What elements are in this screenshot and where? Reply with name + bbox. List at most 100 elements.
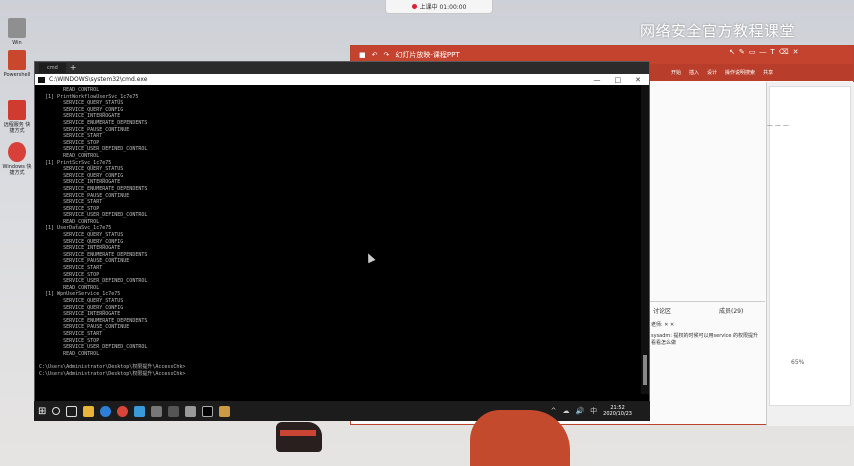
console-line: SERVICE_STOP xyxy=(39,337,100,344)
chrome-icon[interactable] xyxy=(117,405,129,417)
close-button[interactable]: ✕ xyxy=(635,76,641,84)
console-line: SERVICE_QUERY_CONFIG xyxy=(39,238,124,245)
console-line: SERVICE_INTERROGATE xyxy=(39,179,121,186)
rect-icon[interactable]: ▭ xyxy=(749,48,756,56)
chat-message: 老师: ✕ ✕ xyxy=(651,322,675,328)
app-icon[interactable] xyxy=(185,405,197,417)
close-icon[interactable]: ✕ xyxy=(793,48,799,56)
ribbon-tab-home[interactable]: 开始 xyxy=(671,69,681,76)
volume-icon[interactable]: 🔊 xyxy=(575,407,584,415)
console-line: SERVICE_PAUSE_CONTINUE xyxy=(39,192,130,199)
cmd-taskbar-icon[interactable] xyxy=(202,405,214,417)
console-line: SERVICE_USER_DEFINED_CONTROL xyxy=(39,146,148,153)
console-line: SERVICE_USER_DEFINED_CONTROL xyxy=(39,278,148,285)
text-icon[interactable]: T xyxy=(770,48,774,56)
ribbon-tab-insert[interactable]: 插入 xyxy=(689,69,699,76)
cloud-icon[interactable]: ☁ xyxy=(562,407,569,415)
console-line: SERVICE_QUERY_CONFIG xyxy=(39,304,124,311)
console-line: READ_CONTROL xyxy=(39,152,100,159)
tab-members[interactable]: 成员(29) xyxy=(719,306,743,315)
console-line: C:\Users\Administrator\Desktop\权限提升\Acce… xyxy=(39,370,186,377)
cmd-tab[interactable]: cmd xyxy=(39,63,66,73)
app-icon xyxy=(8,100,26,120)
app-icon[interactable] xyxy=(219,405,231,417)
pen-icon[interactable]: ✎ xyxy=(739,48,745,56)
ppt-title-text: 幻灯片放映-课程PPT xyxy=(395,51,460,59)
recording-bar[interactable]: 上课中 01:00:00 xyxy=(385,0,493,14)
console-line: READ_CONTROL xyxy=(39,350,100,357)
console-line: SERVICE_ENUMERATE_DEPENDENTS xyxy=(39,119,148,126)
minimize-button[interactable]: — xyxy=(594,76,601,84)
explorer-icon[interactable] xyxy=(83,405,95,417)
app-icon[interactable] xyxy=(134,405,146,417)
console-line: SERVICE_ENUMERATE_DEPENDENTS xyxy=(39,185,148,192)
tab-discussion[interactable]: 讨论区 xyxy=(653,306,671,315)
console-line: SERVICE_ENUMERATE_DEPENDENTS xyxy=(39,317,148,324)
console-line: SERVICE_INTERROGATE xyxy=(39,311,121,318)
chat-message: 看看怎么做 xyxy=(651,340,677,346)
console-output[interactable]: READ_CONTROL [1] PrintWorkflowUserSvc_1c… xyxy=(35,85,641,394)
console-line: SERVICE_USER_DEFINED_CONTROL xyxy=(39,344,148,351)
console-line: SERVICE_QUERY_CONFIG xyxy=(39,106,124,113)
desktop-icon-label: 远程服务 快捷方式 xyxy=(3,122,31,134)
desktop-icon-remote[interactable]: 远程服务 快捷方式 xyxy=(2,100,32,134)
console-line: SERVICE_QUERY_CONFIG xyxy=(39,172,124,179)
console-line: SERVICE_INTERROGATE xyxy=(39,113,121,120)
figure-stripe xyxy=(280,430,316,436)
add-tab-icon[interactable]: + xyxy=(70,64,77,72)
chat-message: sysadm: 提权的时候可以用service 的权限提升 xyxy=(651,333,759,339)
desktop-icon-windows[interactable]: Windows 快捷方式 xyxy=(2,142,32,176)
desktop-icon-label: Powershell xyxy=(3,72,31,78)
watermark: 网络安全官方教程课堂 xyxy=(640,22,796,40)
console-line: SERVICE_QUERY_STATUS xyxy=(39,232,124,239)
slide-preview[interactable] xyxy=(769,86,851,406)
ime-icon[interactable]: 中 xyxy=(590,406,597,416)
windows-logo-icon[interactable]: ⊞ xyxy=(38,406,46,417)
ribbon-share[interactable]: 共享 xyxy=(763,69,773,76)
cmd-window: cmd + C:\WINDOWS\system32\cmd.exe — □ ✕ … xyxy=(34,61,650,403)
console-line: SERVICE_PAUSE_CONTINUE xyxy=(39,126,130,133)
line-icon[interactable]: ― xyxy=(759,48,766,56)
tray-chevron-icon[interactable]: ^ xyxy=(551,407,557,415)
system-tray: ^ ☁ 🔊 中 21:52 2020/10/23 xyxy=(551,405,650,417)
console-line: SERVICE_START xyxy=(39,330,103,337)
pointer-icon[interactable]: ↖ xyxy=(729,48,735,56)
search-icon[interactable] xyxy=(52,407,61,415)
window-title: C:\WINDOWS\system32\cmd.exe xyxy=(49,76,148,83)
save-icon[interactable]: ■ xyxy=(359,51,366,59)
clock[interactable]: 21:52 2020/10/23 xyxy=(603,405,632,417)
desktop-icon-label: Win xyxy=(12,40,22,46)
recording-label: 上课中 01:00:00 xyxy=(419,4,467,11)
ribbon-search[interactable]: 操作说明搜索 xyxy=(725,69,755,76)
desktop-icon-powershell[interactable]: Powershell xyxy=(2,50,32,78)
edge-icon[interactable] xyxy=(100,405,112,417)
divider xyxy=(647,301,765,302)
console-line: SERVICE_QUERY_STATUS xyxy=(39,298,124,304)
zoom-level[interactable]: 65% xyxy=(791,359,804,366)
cmd-icon xyxy=(38,76,45,83)
redo-icon[interactable]: ↷ xyxy=(384,51,390,59)
ribbon-tab-design[interactable]: 设计 xyxy=(707,69,717,76)
task-view-icon[interactable] xyxy=(66,405,78,417)
figure-shoe xyxy=(276,422,322,452)
console-line: SERVICE_STOP xyxy=(39,205,100,212)
console-line: [1] PrintWorkflowUserSvc_1c7e75 xyxy=(39,93,139,100)
app-icon[interactable] xyxy=(168,405,180,417)
eraser-icon[interactable]: ⌫ xyxy=(779,48,789,56)
desktop-icon-win[interactable]: Win xyxy=(2,18,32,46)
app-icon xyxy=(8,142,26,162)
app-icon[interactable] xyxy=(151,405,163,417)
scrollbar-thumb[interactable] xyxy=(643,355,647,385)
console-line: SERVICE_ENUMERATE_DEPENDENTS xyxy=(39,251,148,258)
console-line: C:\Users\Administrator\Desktop\权限提升\Acce… xyxy=(39,363,186,370)
console-line: SERVICE_START xyxy=(39,133,103,140)
figure-red xyxy=(470,410,570,466)
console-line: SERVICE_INTERROGATE xyxy=(39,245,121,252)
file-icon xyxy=(8,18,26,38)
scrollbar[interactable] xyxy=(641,85,649,394)
cmd-titlebar: C:\WINDOWS\system32\cmd.exe — □ ✕ xyxy=(35,74,649,85)
console-line: SERVICE_USER_DEFINED_CONTROL xyxy=(39,212,148,219)
maximize-button[interactable]: □ xyxy=(615,76,622,84)
undo-icon[interactable]: ↶ xyxy=(372,51,378,59)
